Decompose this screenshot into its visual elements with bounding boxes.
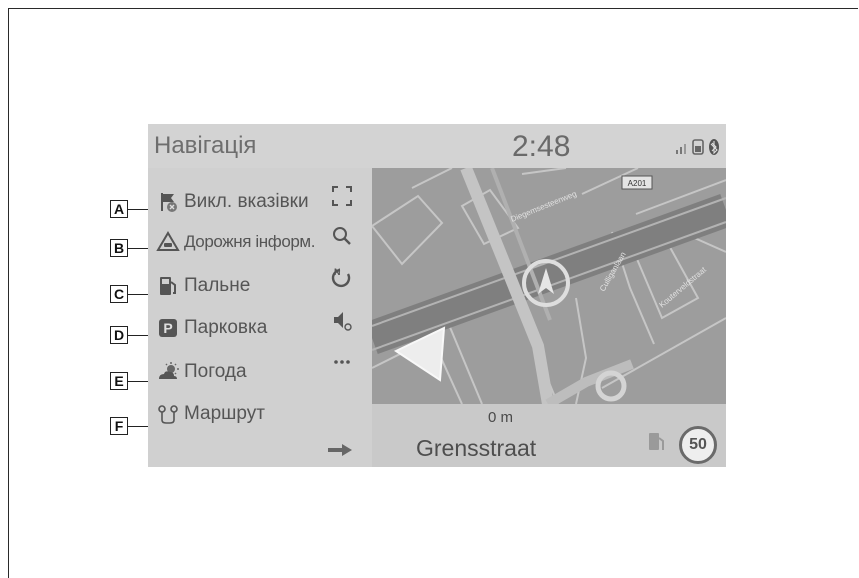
speed-limit-sign: 50 <box>679 426 717 464</box>
menu-item-fuel[interactable]: Пальне <box>148 266 314 306</box>
signal-strength-icon <box>676 144 686 154</box>
clock: 2:48 <box>512 130 571 163</box>
callout-e: E <box>110 372 128 390</box>
callout-b: B <box>110 239 128 257</box>
menu-item-weather[interactable]: Погода <box>148 352 314 392</box>
screen-title: Навігація <box>154 132 257 159</box>
menu-item-traffic-info[interactable]: Дорожня інформ. <box>148 222 316 262</box>
phone-icon <box>692 139 704 155</box>
fullscreen-icon[interactable] <box>328 182 356 210</box>
distance-to-turn: 0 m <box>488 409 514 426</box>
bluetooth-icon <box>709 139 719 155</box>
weather-icon <box>159 362 179 379</box>
turn-direction-icon <box>328 444 352 456</box>
menu-item-parking[interactable]: P Парковка <box>148 308 314 348</box>
map-view[interactable]: A201 Diegemsesteenweg Culliganlaan Koute… <box>372 168 726 404</box>
menu-label: Викл. вказівки <box>184 191 309 212</box>
traffic-warning-icon <box>156 231 180 251</box>
callout-c: C <box>110 285 128 303</box>
voice-volume-icon[interactable] <box>328 306 356 334</box>
more-icon[interactable] <box>328 348 356 376</box>
callout-d: D <box>110 326 128 344</box>
current-street: Grensstraat <box>416 435 537 461</box>
search-icon[interactable] <box>328 222 356 250</box>
fuel-pump-icon <box>160 277 176 295</box>
road-badge: A201 <box>628 179 647 188</box>
menu-label: Дорожня інформ. <box>184 232 316 251</box>
menu-label: Парковка <box>184 317 268 338</box>
svg-text:P: P <box>163 320 172 336</box>
guidance-off-icon <box>161 193 177 212</box>
menu-label: Пальне <box>184 275 251 296</box>
navigation-screen: A201 Diegemsesteenweg Culliganlaan Koute… <box>148 124 726 467</box>
map-orientation-icon[interactable]: N <box>328 264 356 292</box>
status-icons <box>676 139 719 155</box>
svg-text:N: N <box>334 267 341 277</box>
menu-item-guidance-off[interactable]: Викл. вказівки <box>148 182 314 222</box>
parking-icon: P <box>159 319 177 337</box>
callout-a: A <box>110 200 128 218</box>
fuel-gauge-icon <box>649 433 664 450</box>
menu-label: Погода <box>184 361 247 382</box>
status-bar: Навігація 2:48 <box>148 124 726 168</box>
callout-f: F <box>110 417 128 435</box>
